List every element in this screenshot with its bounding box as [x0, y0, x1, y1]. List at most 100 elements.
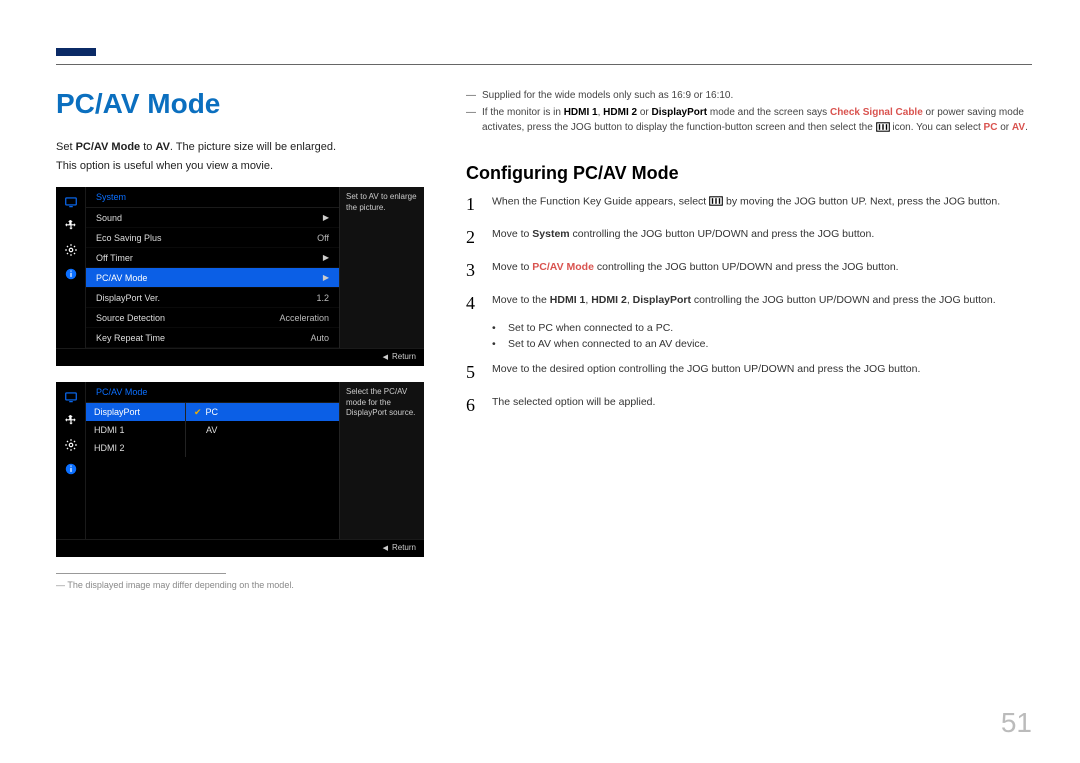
osd1-row-dpver[interactable]: DisplayPort Ver.1.2	[86, 288, 339, 308]
step-body: The selected option will be applied.	[492, 395, 1032, 411]
step-number: 3	[466, 260, 480, 281]
note-2: ― If the monitor is in HDMI 1, HDMI 2 or…	[466, 105, 1032, 135]
step-3: 3 Move to PC/AV Mode controlling the JOG…	[466, 260, 1032, 281]
osd1-footer: ◀ Return	[56, 348, 424, 366]
bullet-dot: •	[492, 322, 500, 334]
osd2-return-label[interactable]: Return	[392, 543, 416, 552]
chevron-right-icon: ▶	[323, 273, 329, 282]
s2-b: System	[532, 228, 569, 240]
menu-icon	[876, 120, 890, 135]
osd2-value-pc[interactable]: ✔ PC	[186, 403, 339, 421]
chevron-left-icon: ◀	[383, 354, 388, 361]
osd1-row-label: Sound	[96, 213, 319, 223]
osd2-source-label: HDMI 1	[94, 425, 125, 435]
s4-pre: Move to the	[492, 294, 550, 306]
n2-r3: AV	[1012, 122, 1025, 133]
step-1: 1 When the Function Key Guide appears, s…	[466, 194, 1032, 215]
n2-r2: PC	[984, 122, 998, 133]
step-4: 4 Move to the HDMI 1, HDMI 2, DisplayPor…	[466, 293, 1032, 314]
osd1-row-eco[interactable]: Eco Saving PlusOff	[86, 228, 339, 248]
n2-b1: HDMI 1	[564, 107, 598, 118]
intro-l1-mid: to	[140, 141, 155, 153]
s3-post: controlling the JOG button UP/DOWN and p…	[594, 261, 899, 273]
s3-pre: Move to	[492, 261, 532, 273]
chevron-right-icon: ▶	[323, 213, 329, 222]
osd2-source-dp[interactable]: DisplayPort	[86, 403, 185, 421]
osd1-return-label[interactable]: Return	[392, 352, 416, 361]
page-title: PC/AV Mode	[56, 88, 436, 120]
step-number: 1	[466, 194, 480, 215]
bullet-pc: • Set to PC when connected to a PC.	[492, 322, 1032, 334]
sb2-post: when connected to an AV device.	[551, 338, 708, 350]
s1-pre: When the Function Key Guide appears, sel…	[492, 196, 709, 208]
osd2-value-av[interactable]: AV	[186, 421, 339, 439]
move-icon	[62, 217, 80, 235]
step-4-bullets: • Set to PC when connected to a PC. • Se…	[492, 322, 1032, 350]
osd2-source-list: DisplayPort HDMI 1 HDMI 2	[86, 403, 186, 457]
check-icon: ✔	[194, 407, 202, 418]
osd1-row-offtimer[interactable]: Off Timer▶	[86, 248, 339, 268]
osd2-source-label: DisplayPort	[94, 407, 140, 417]
osd-nav-icons	[56, 382, 86, 539]
osd1-hint: Set to AV to enlarge the picture.	[339, 187, 424, 348]
note-2-text: If the monitor is in HDMI 1, HDMI 2 or D…	[482, 105, 1032, 135]
intro-l1-pre: Set	[56, 141, 76, 153]
step-body: Move to the HDMI 1, HDMI 2, DisplayPort …	[492, 293, 1032, 309]
menu-icon	[709, 194, 723, 210]
step-body: Move to System controlling the JOG butto…	[492, 227, 1032, 243]
note-1: ― Supplied for the wide models only such…	[466, 88, 1032, 103]
intro-l2: This option is useful when you view a mo…	[56, 157, 436, 176]
s4-b2: HDMI 2	[591, 294, 627, 306]
sb2-r: AV	[538, 338, 551, 350]
step-6: 6 The selected option will be applied.	[466, 395, 1032, 416]
step-body: Move to the desired option controlling t…	[492, 362, 1032, 378]
osd1-row-value: Acceleration	[279, 313, 329, 323]
osd1-row-label: DisplayPort Ver.	[96, 293, 316, 303]
bullet-av: • Set to AV when connected to an AV devi…	[492, 338, 1032, 350]
chevron-left-icon: ◀	[383, 545, 388, 552]
osd2-source-hdmi2[interactable]: HDMI 2	[86, 439, 185, 457]
osd2-value-label: PC	[206, 407, 219, 417]
header-accent-bar	[56, 48, 96, 56]
note-1-text: Supplied for the wide models only such a…	[482, 88, 733, 103]
osd1-row-sourcedet[interactable]: Source DetectionAcceleration	[86, 308, 339, 328]
n2-pre: If the monitor is in	[482, 107, 564, 118]
intro-l1-b1: PC/AV Mode	[76, 141, 141, 153]
intro-l1-post: . The picture size will be enlarged.	[170, 141, 336, 153]
osd1-row-label: Off Timer	[96, 253, 319, 263]
n2-r1: Check Signal Cable	[830, 107, 923, 118]
osd2-value-list: ✔ PC AV	[186, 403, 339, 457]
osd1-row-sound[interactable]: Sound ▶	[86, 208, 339, 228]
left-column: PC/AV Mode Set PC/AV Mode to AV. The pic…	[56, 88, 436, 590]
sb1-pre: Set to	[508, 322, 538, 334]
n2-sep2: or	[637, 107, 651, 118]
step-number: 4	[466, 293, 480, 314]
osd1-row-label: PC/AV Mode	[96, 273, 319, 283]
monitor-icon	[62, 388, 80, 406]
osd1-row-value: Auto	[310, 333, 329, 343]
osd1-row-keyrepeat[interactable]: Key Repeat TimeAuto	[86, 328, 339, 348]
osd-pcav-submenu: PC/AV Mode DisplayPort HDMI 1 HDMI 2 ✔PC…	[56, 382, 424, 557]
info-icon	[62, 265, 80, 283]
n2-mid1: mode and the screen says	[707, 107, 830, 118]
page-content: PC/AV Mode Set PC/AV Mode to AV. The pic…	[56, 88, 1032, 590]
step-5: 5 Move to the desired option controlling…	[466, 362, 1032, 383]
step-number: 5	[466, 362, 480, 383]
osd1-row-value: Off	[317, 233, 329, 243]
s1-post: by moving the JOG button UP. Next, press…	[723, 196, 1000, 208]
footnote-dash: ―	[56, 580, 65, 590]
intro-text: Set PC/AV Mode to AV. The picture size w…	[56, 138, 436, 175]
osd2-value-label: AV	[206, 425, 217, 435]
osd2-source-label: HDMI 2	[94, 443, 125, 453]
header-rule	[56, 64, 1032, 65]
note-dash: ―	[466, 105, 476, 135]
sb1-r: PC	[538, 322, 553, 334]
footnote-rule	[56, 573, 226, 574]
steps-list: 1 When the Function Key Guide appears, s…	[466, 194, 1032, 416]
right-column: ― Supplied for the wide models only such…	[466, 88, 1032, 590]
n2-end: .	[1025, 122, 1028, 133]
gear-icon	[62, 241, 80, 259]
n2-or: or	[997, 122, 1011, 133]
osd2-source-hdmi1[interactable]: HDMI 1	[86, 421, 185, 439]
osd1-row-pcav[interactable]: PC/AV Mode ▶	[86, 268, 339, 288]
